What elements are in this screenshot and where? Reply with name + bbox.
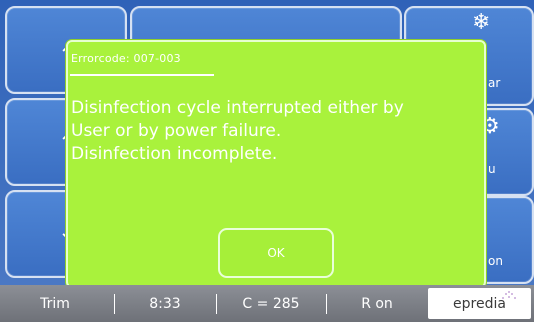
logo-dots-icon bbox=[502, 291, 516, 301]
tile-right-bottom-label: on bbox=[488, 254, 503, 268]
counter-status: C = 285 bbox=[242, 295, 300, 312]
error-code: Errorcode: 007-003 bbox=[71, 52, 181, 65]
ok-button[interactable]: OK bbox=[218, 228, 334, 278]
tile-right-top-label: ar bbox=[488, 76, 501, 90]
clock: 8:33 bbox=[149, 295, 181, 312]
status-separator bbox=[326, 294, 327, 314]
error-message-line: Disinfection cycle interrupted either by bbox=[71, 98, 404, 118]
error-message: Disinfection cycle interrupted either by… bbox=[71, 97, 476, 166]
error-code-underline bbox=[70, 74, 214, 76]
snowflake-icon: ❄ bbox=[472, 10, 491, 35]
status-separator bbox=[114, 294, 115, 314]
r-status: R on bbox=[361, 295, 393, 312]
tile-right-mid-label: u bbox=[488, 162, 496, 176]
error-message-line: User or by power failure. bbox=[71, 121, 282, 141]
epredia-logo: epredia bbox=[428, 288, 531, 319]
logo-text: epredia bbox=[453, 295, 506, 312]
error-message-line: Disinfection incomplete. bbox=[71, 144, 278, 164]
status-separator bbox=[216, 294, 217, 314]
trim-status[interactable]: Trim bbox=[0, 285, 110, 322]
error-dialog: Errorcode: 007-003 Disinfection cycle in… bbox=[66, 40, 486, 288]
